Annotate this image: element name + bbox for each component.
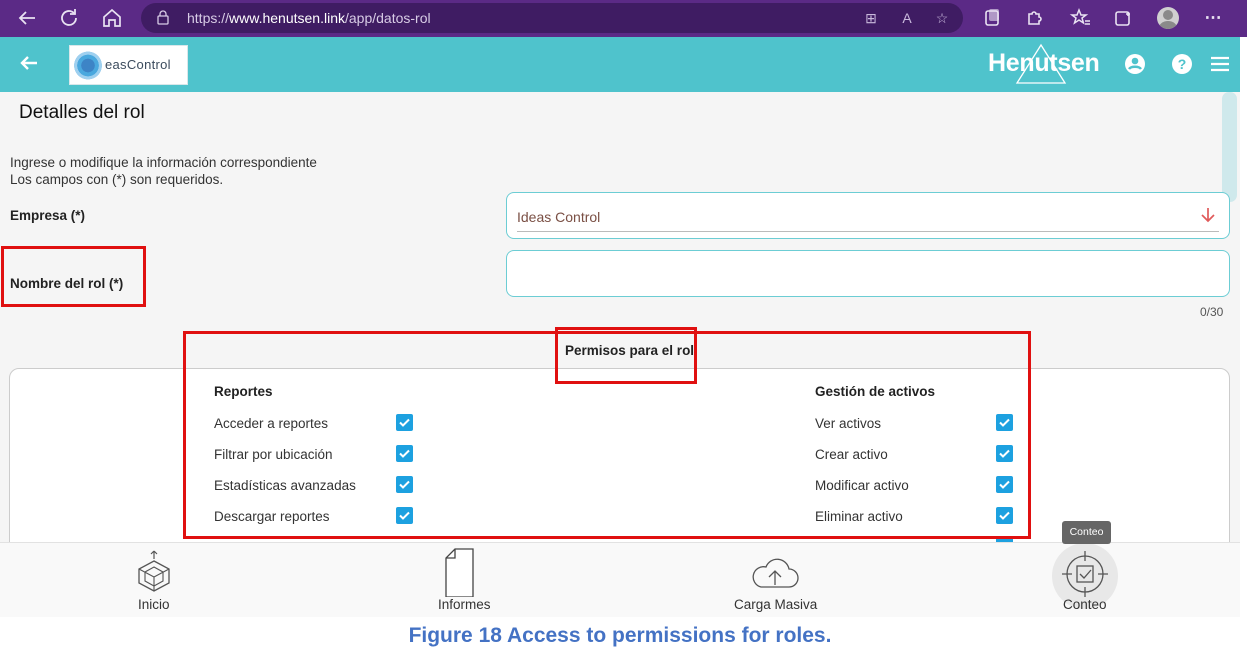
ideascontrol-logo: easControl — [69, 45, 188, 85]
url-text: https://www.henutsen.link/app/datos-rol — [187, 10, 431, 26]
character-counter: 0/30 — [1200, 305, 1224, 319]
browser-toolbar: https://www.henutsen.link/app/datos-rol … — [0, 0, 1247, 37]
highlight-permissions-title — [555, 327, 697, 384]
empresa-select[interactable]: Ideas Control — [506, 192, 1230, 239]
back-arrow-icon[interactable] — [17, 51, 41, 75]
nav-informes-label[interactable]: Informes — [438, 597, 491, 612]
informes-document-icon[interactable] — [440, 547, 490, 597]
address-bar[interactable]: https://www.henutsen.link/app/datos-rol … — [141, 3, 963, 33]
scrollbar-thumb[interactable] — [1222, 92, 1237, 202]
empresa-underline — [517, 231, 1219, 232]
logo-text: easControl — [105, 57, 171, 72]
browser-back-icon[interactable] — [15, 6, 39, 30]
hamburger-menu-icon[interactable] — [1208, 52, 1232, 76]
dropdown-arrow-icon[interactable] — [1199, 206, 1217, 224]
conteo-tooltip: Conteo — [1062, 521, 1111, 544]
app-available-icon[interactable]: ⊞ — [861, 8, 881, 28]
add-favorite-icon[interactable]: ☆ — [932, 8, 952, 28]
empresa-value: Ideas Control — [517, 209, 601, 225]
browser-home-icon[interactable] — [100, 6, 124, 30]
user-account-icon[interactable] — [1123, 52, 1147, 76]
required-note: Los campos con (*) son requeridos. — [10, 172, 224, 187]
help-icon[interactable]: ? — [1170, 52, 1194, 76]
page-title: Detalles del rol — [19, 102, 145, 123]
svg-text:?: ? — [1178, 56, 1187, 72]
favorites-icon[interactable] — [1069, 6, 1093, 30]
nav-carga-masiva-label[interactable]: Carga Masiva — [734, 597, 817, 612]
rol-name-input[interactable] — [506, 250, 1230, 297]
profile-avatar[interactable] — [1157, 7, 1179, 29]
inicio-cube-icon[interactable] — [129, 547, 179, 597]
intro-text: Ingrese o modifique la información corre… — [10, 155, 317, 170]
brand-logo: Henutsen — [988, 49, 1100, 77]
app-header: easControl Henutsen ? — [0, 37, 1240, 92]
browser-refresh-icon[interactable] — [57, 6, 81, 30]
figure-caption: Figure 18 Access to permissions for role… — [408, 624, 832, 647]
collections-icon[interactable] — [980, 6, 1004, 30]
highlight-rol-label — [1, 246, 146, 307]
read-aloud-icon[interactable]: A — [897, 8, 917, 28]
carga-masiva-cloud-icon[interactable] — [749, 549, 799, 599]
page: https://www.henutsen.link/app/datos-rol … — [0, 0, 1247, 660]
fingerprint-logo-icon — [73, 49, 103, 82]
extensions-icon[interactable] — [1023, 6, 1047, 30]
browser-collections-add-icon[interactable] — [1112, 6, 1136, 30]
conteo-target-icon[interactable] — [1060, 549, 1110, 599]
nav-conteo-label[interactable]: Conteo — [1063, 597, 1107, 612]
lock-icon — [157, 10, 169, 25]
nav-inicio-label[interactable]: Inicio — [138, 597, 170, 612]
browser-menu-icon[interactable]: ⋯ — [1201, 6, 1225, 30]
empresa-label: Empresa (*) — [10, 208, 86, 223]
